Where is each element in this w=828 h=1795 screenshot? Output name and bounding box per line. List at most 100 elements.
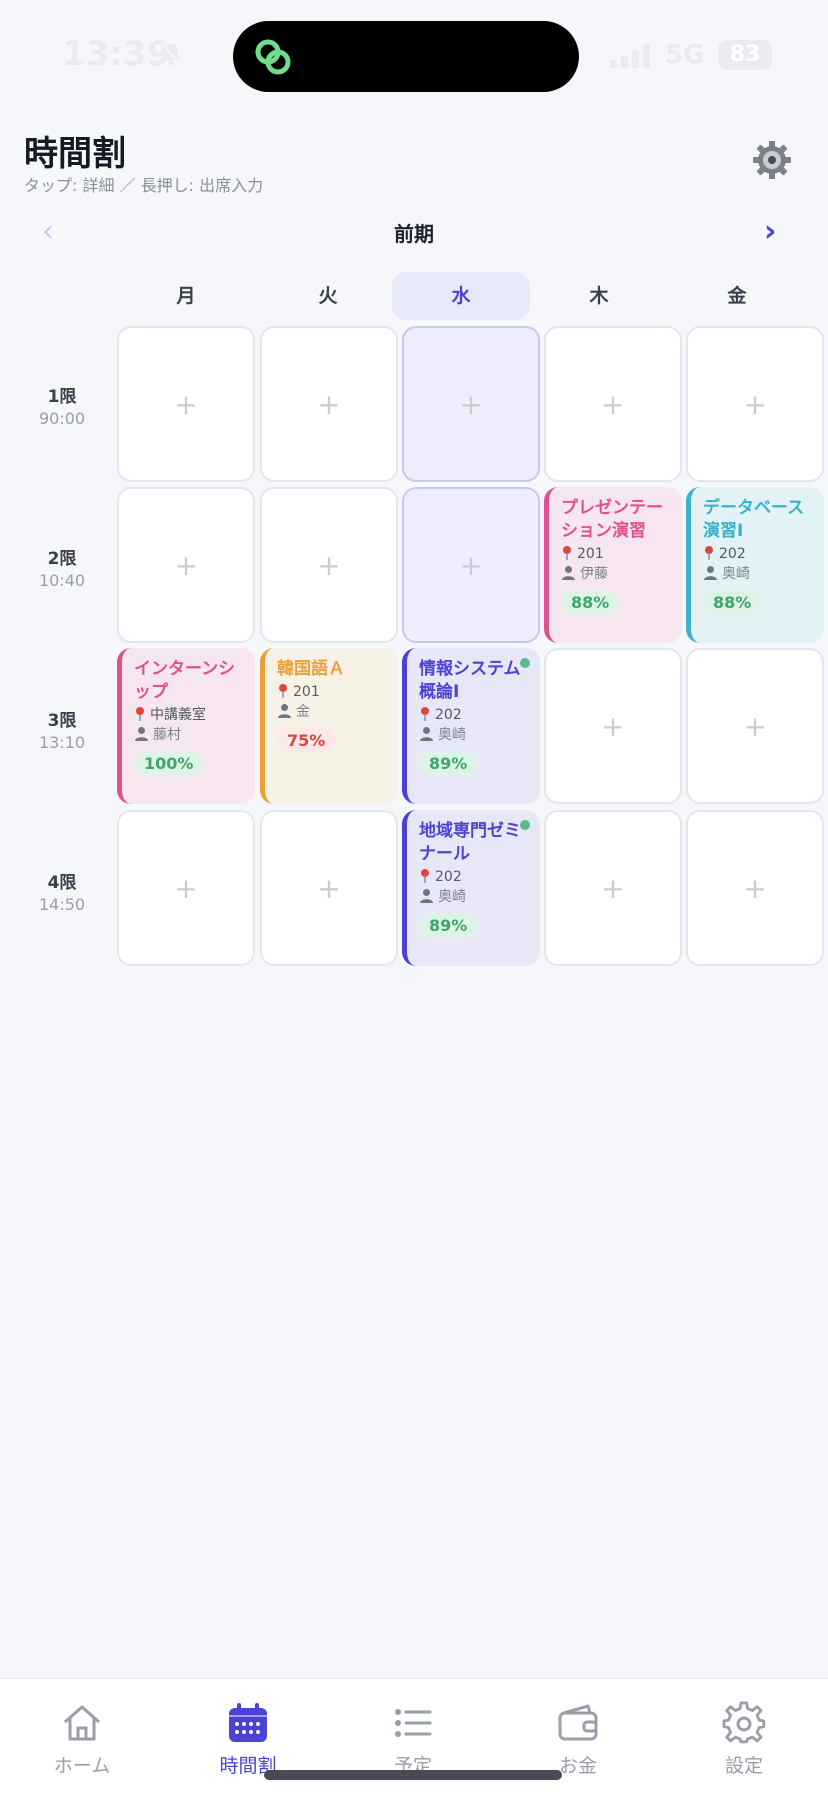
period-time: 14:50 — [38, 895, 86, 914]
tab-label: ホーム — [53, 1755, 111, 1777]
person-icon — [562, 566, 575, 580]
course-card-database[interactable]: データベース演習Ⅰ 202 奥崎 88% — [686, 487, 824, 643]
empty-slot-3-fri[interactable]: + — [686, 648, 824, 804]
home-icon — [64, 1705, 100, 1741]
day-header-wed: 水 — [392, 272, 530, 320]
add-icon: + — [174, 387, 198, 421]
course-teacher: 奥崎 — [419, 888, 532, 906]
course-card-internship[interactable]: インターンシップ 中講義室 藤村 100% — [117, 648, 255, 804]
attendance-badge: 88% — [703, 590, 762, 615]
course-teacher: 奥崎 — [419, 726, 532, 744]
course-room: 202 — [703, 545, 816, 563]
app-link-icon — [255, 39, 291, 75]
usage-hint: タップ: 詳細 ／ 長押し: 出席入力 — [24, 176, 264, 195]
empty-slot-2-wed[interactable]: + — [402, 487, 540, 643]
attendance-badge: 100% — [134, 751, 204, 776]
day-header-tue: 火 — [318, 285, 338, 307]
course-room: 中講義室 — [134, 706, 247, 724]
course-name: プレゼンテーション演習 — [561, 498, 663, 541]
status-dot — [520, 820, 530, 830]
status-dot — [520, 658, 530, 668]
empty-slot-4-tue[interactable]: + — [260, 810, 398, 966]
signal-icon — [610, 44, 650, 68]
course-card-presentation[interactable]: プレゼンテーション演習 201 伊藤 88% — [544, 487, 682, 643]
course-card-info-systems[interactable]: 情報システム概論Ⅰ 202 奥崎 89% — [402, 648, 540, 804]
course-name: インターンシップ — [134, 659, 236, 702]
teacher-text: 奥崎 — [438, 727, 466, 743]
page-title: 時間割 — [24, 134, 126, 174]
course-name: 地域専門ゼミナール — [419, 821, 521, 864]
course-room: 202 — [419, 868, 532, 886]
period-name: 1限 — [47, 387, 77, 407]
tab-timetable[interactable]: 時間割 — [188, 1701, 308, 1778]
tab-schedule[interactable]: 予定 — [353, 1701, 473, 1778]
course-name: 韓国語Ａ — [277, 659, 345, 679]
period-name: 2限 — [47, 549, 77, 569]
add-icon: + — [459, 548, 483, 582]
tab-settings[interactable]: 設定 — [684, 1701, 804, 1778]
course-room: 201 — [277, 683, 390, 701]
location-pin-icon — [421, 707, 429, 721]
course-name: データベース演習Ⅰ — [703, 498, 805, 541]
location-pin-icon — [421, 869, 429, 883]
empty-slot-1-mon[interactable]: + — [117, 326, 255, 482]
empty-slot-2-mon[interactable]: + — [117, 487, 255, 643]
empty-slot-3-thu[interactable]: + — [544, 648, 682, 804]
gear-icon — [722, 1701, 766, 1744]
tab-label: 設定 — [724, 1755, 763, 1777]
location-pin-icon — [563, 546, 571, 560]
location-pin-icon — [279, 684, 287, 698]
room-text: 202 — [435, 869, 462, 885]
add-icon: + — [601, 387, 625, 421]
person-icon — [420, 727, 433, 741]
teacher-text: 奥崎 — [438, 889, 466, 905]
empty-slot-4-fri[interactable]: + — [686, 810, 824, 966]
add-icon: + — [743, 387, 767, 421]
empty-slot-4-mon[interactable]: + — [117, 810, 255, 966]
add-icon: + — [743, 871, 767, 905]
period-label: 2限 10:40 — [22, 544, 102, 590]
person-icon — [704, 566, 717, 580]
bell-icon — [161, 43, 181, 66]
person-icon — [135, 727, 148, 741]
add-icon: + — [601, 709, 625, 743]
tab-money[interactable]: お金 — [518, 1701, 638, 1778]
period-time: 13:10 — [38, 733, 86, 752]
gear-icon[interactable] — [752, 140, 792, 180]
period-label: 4限 14:50 — [22, 868, 102, 914]
course-teacher: 金 — [277, 703, 390, 721]
person-icon — [420, 889, 433, 903]
day-header-thu: 木 — [589, 285, 609, 307]
empty-slot-4-thu[interactable]: + — [544, 810, 682, 966]
period-name: 4限 — [47, 873, 77, 893]
room-text: 中講義室 — [150, 707, 206, 723]
day-header-mon: 月 — [176, 285, 196, 307]
empty-slot-1-fri[interactable]: + — [686, 326, 824, 482]
course-room: 202 — [419, 706, 532, 724]
teacher-text: 奥崎 — [722, 566, 750, 582]
add-icon: + — [317, 387, 341, 421]
period-label: 3限 13:10 — [22, 706, 102, 752]
prev-term-button[interactable]: ‹ — [42, 214, 54, 249]
network-type: 5G — [665, 40, 705, 70]
course-card-seminar[interactable]: 地域専門ゼミナール 202 奥崎 89% — [402, 810, 540, 966]
next-term-button[interactable]: › — [764, 214, 776, 249]
person-icon — [278, 704, 291, 718]
tab-home[interactable]: ホーム — [22, 1701, 142, 1778]
room-text: 202 — [719, 546, 746, 562]
period-time: 10:40 — [38, 571, 86, 590]
calendar-icon — [229, 1703, 267, 1742]
course-card-korean[interactable]: 韓国語Ａ 201 金 75% — [260, 648, 398, 804]
empty-slot-2-tue[interactable]: + — [260, 487, 398, 643]
period-time: 90:00 — [38, 409, 86, 428]
wallet-icon — [558, 1704, 598, 1741]
empty-slot-1-thu[interactable]: + — [544, 326, 682, 482]
room-text: 201 — [293, 684, 320, 700]
add-icon: + — [174, 871, 198, 905]
add-icon: + — [743, 709, 767, 743]
empty-slot-1-tue[interactable]: + — [260, 326, 398, 482]
location-pin-icon — [136, 707, 144, 721]
attendance-badge: 75% — [277, 728, 336, 753]
home-indicator — [264, 1770, 562, 1780]
empty-slot-1-wed[interactable]: + — [402, 326, 540, 482]
